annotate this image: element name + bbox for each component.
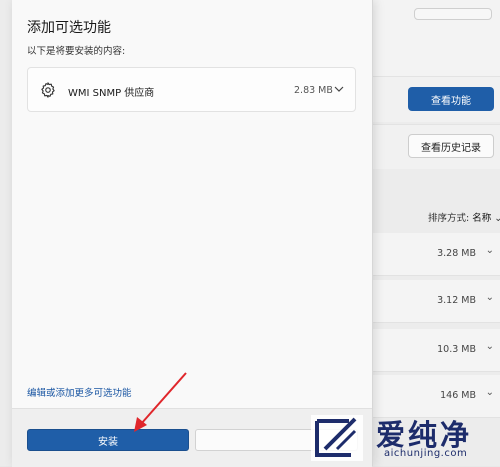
sort-control[interactable]: 排序方式: 名称 ⌄ [428,210,500,224]
view-history-button[interactable]: 查看历史记录 [408,134,494,158]
feature-size: 2.83 MB [294,85,333,96]
chevron-down-icon: ⌄ [494,213,500,224]
dialog-subtitle: 以下是将要安装的内容: [27,46,126,57]
watermark-url: aichunjing.com [384,448,468,459]
gear-icon [41,82,55,98]
edit-more-features-link[interactable]: 编辑或添加更多可选功能 [27,385,132,399]
install-button[interactable]: 安装 [27,429,189,451]
list-item[interactable]: 3.12 MB ⌄ [373,280,500,323]
list-item[interactable]: 10.3 MB ⌄ [373,329,500,372]
sort-value: 名称 [472,213,492,224]
chevron-down-icon: ⌄ [485,341,494,352]
chevron-down-icon: ⌄ [485,292,494,303]
dialog-title: 添加可选功能 [27,20,111,36]
feature-size: 3.12 MB [437,295,476,306]
list-item[interactable]: 3.28 MB ⌄ [373,233,500,276]
feature-size: 3.28 MB [437,248,476,259]
view-features-button[interactable]: 查看功能 [408,87,494,111]
feature-size: 10.3 MB [437,344,476,355]
chevron-down-icon: ⌄ [485,387,494,398]
chevron-down-icon: ⌄ [485,245,494,256]
feature-size: 146 MB [440,390,476,401]
sort-label: 排序方式: [428,213,470,224]
chevron-down-icon[interactable] [333,84,345,94]
background-search-box [414,8,492,20]
feature-name: WMI SNMP 供应商 [68,88,155,99]
feature-item[interactable]: WMI SNMP 供应商 2.83 MB [27,67,356,112]
add-optional-feature-dialog: 添加可选功能 以下是将要安装的内容: WMI SNMP 供应商 2.83 MB … [12,0,373,467]
